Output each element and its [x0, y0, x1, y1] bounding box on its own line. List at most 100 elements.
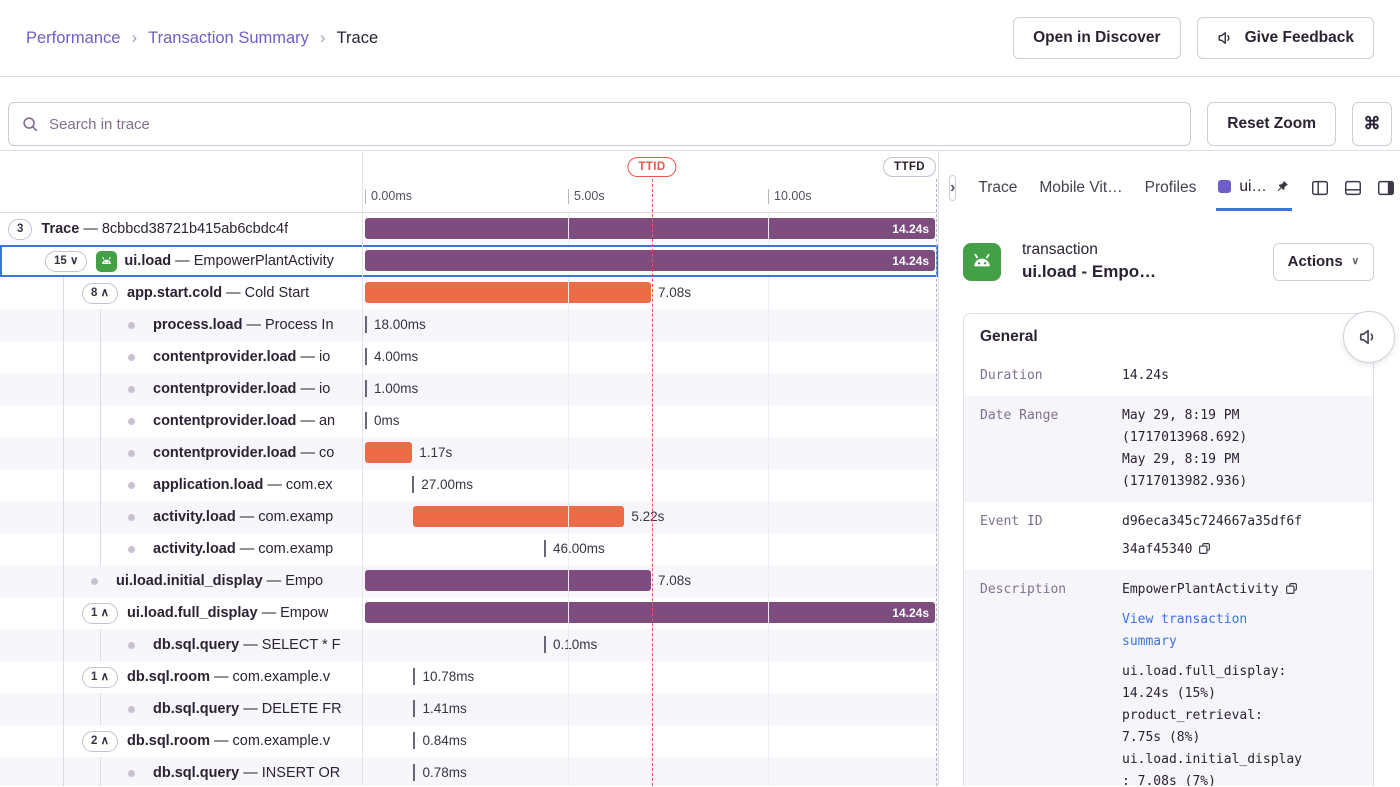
- span-count-badge[interactable]: 15 ∨: [45, 251, 87, 272]
- give-feedback-button[interactable]: Give Feedback: [1197, 17, 1374, 59]
- span-bar[interactable]: [365, 570, 651, 591]
- span-op-label: ui.load.full_display — Empow: [127, 605, 328, 621]
- span-op-label: contentprovider.load — co: [153, 445, 334, 461]
- span-row[interactable]: 15 ∨ui.load — EmpowerPlantActivity14.24s: [0, 245, 938, 277]
- span-count-badge[interactable]: 1 ∧: [82, 667, 118, 688]
- span-bar[interactable]: [365, 348, 367, 365]
- span-op-label: db.sql.query — SELECT * F: [153, 637, 340, 653]
- span-op-label: db.sql.query — INSERT OR: [153, 765, 340, 781]
- breadcrumb-performance[interactable]: Performance: [26, 29, 120, 48]
- transaction-header: transaction ui.load - Empo… Actions ∨: [939, 211, 1400, 296]
- span-bar[interactable]: [365, 380, 367, 397]
- span-tree-cell: 2 ∧db.sql.room — com.example.v: [0, 725, 363, 757]
- megaphone-icon: [1217, 29, 1235, 47]
- span-bar[interactable]: 14.24s: [365, 250, 935, 271]
- span-bar[interactable]: [365, 282, 651, 303]
- tab-profiles[interactable]: Profiles: [1143, 165, 1199, 211]
- tree-indent-guide: [45, 277, 82, 309]
- span-row[interactable]: activity.load — com.examp5.22s: [0, 501, 938, 533]
- span-row[interactable]: 8 ∧app.start.cold — Cold Start7.08s: [0, 277, 938, 309]
- span-row[interactable]: contentprovider.load — io1.00ms: [0, 373, 938, 405]
- span-bar[interactable]: [365, 412, 367, 429]
- tree-indent-guide: [45, 437, 82, 469]
- span-tree-cell: contentprovider.load — co: [0, 437, 363, 469]
- description-stat: ui.load.initial_display: 7.08s (7%): [1122, 749, 1302, 786]
- span-row[interactable]: db.sql.query — SELECT * F 0.10ms: [0, 629, 938, 661]
- span-tree-cell: db.sql.query — INSERT OR: [0, 757, 363, 786]
- span-count-badge[interactable]: 1 ∧: [82, 603, 118, 624]
- span-row[interactable]: 2 ∧db.sql.room — com.example.v0.84ms: [0, 725, 938, 757]
- collapse-panel-button[interactable]: ›: [949, 175, 956, 201]
- tree-indent-guide: [82, 629, 119, 661]
- span-op-label: db.sql.query — DELETE FR: [153, 701, 342, 717]
- feedback-fab[interactable]: [1343, 311, 1395, 363]
- span-bar[interactable]: [413, 764, 415, 781]
- search-input[interactable]: [8, 102, 1191, 146]
- tab-mobile-vitals[interactable]: Mobile Vit…: [1037, 165, 1124, 211]
- description-stat: product_retrieval: 7.75s (8%): [1122, 705, 1302, 749]
- span-bar[interactable]: [413, 668, 415, 685]
- span-row[interactable]: process.load — Process In18.00ms: [0, 309, 938, 341]
- span-row[interactable]: db.sql.query — INSERT OR 0.78ms: [0, 757, 938, 786]
- description-text: EmpowerPlantActivity: [1122, 579, 1302, 601]
- span-count-badge[interactable]: 2 ∧: [82, 731, 118, 752]
- tab-label: ui…: [1239, 178, 1267, 196]
- tree-indent-guide: [45, 757, 82, 786]
- tab-ui-load[interactable]: ui…: [1216, 165, 1292, 211]
- span-duration-label: 5.22s: [631, 501, 664, 533]
- waterfall-header: 0.00ms 5.00s 10.00s: [0, 151, 938, 213]
- span-count-badge[interactable]: 3: [8, 219, 32, 240]
- breadcrumb-transaction-summary[interactable]: Transaction Summary: [148, 29, 309, 48]
- span-bar-cell: 14.24s: [363, 245, 938, 277]
- description-key: Description: [964, 579, 1122, 786]
- span-bar[interactable]: 14.24s: [365, 218, 935, 239]
- keyboard-shortcuts-button[interactable]: ⌘: [1352, 102, 1392, 146]
- tree-indent-guide: [8, 405, 45, 437]
- span-bar[interactable]: [412, 476, 414, 493]
- span-bar[interactable]: 14.24s: [365, 602, 935, 623]
- view-transaction-summary-link[interactable]: View transaction summary: [1122, 612, 1247, 649]
- span-row[interactable]: application.load — com.ex27.00ms: [0, 469, 938, 501]
- panel-bottom-icon[interactable]: [1343, 178, 1363, 198]
- tab-trace[interactable]: Trace: [976, 165, 1019, 211]
- pin-icon[interactable]: [1275, 179, 1290, 194]
- panel-right-icon[interactable]: [1376, 178, 1396, 198]
- copy-icon[interactable]: [1285, 582, 1298, 595]
- span-bar[interactable]: [413, 700, 415, 717]
- span-count-badge[interactable]: 8 ∧: [82, 283, 118, 304]
- span-duration-label: 0.78ms: [422, 757, 466, 786]
- span-bar[interactable]: [365, 316, 367, 333]
- span-bar-cell: 0.10ms: [363, 629, 938, 661]
- span-dot: [128, 642, 135, 649]
- reset-zoom-button[interactable]: Reset Zoom: [1207, 102, 1336, 146]
- panel-left-icon[interactable]: [1310, 178, 1330, 198]
- ttid-badge: TTID: [627, 157, 676, 177]
- span-bar[interactable]: [413, 732, 415, 749]
- open-in-discover-button[interactable]: Open in Discover: [1013, 17, 1180, 59]
- span-row[interactable]: activity.load — com.examp46.00ms: [0, 533, 938, 565]
- copy-icon[interactable]: [1198, 542, 1211, 555]
- span-row[interactable]: contentprovider.load — io4.00ms: [0, 341, 938, 373]
- span-duration-label: 4.00ms: [374, 341, 418, 373]
- timeline-tick: 0.00ms: [365, 189, 412, 204]
- span-bar-cell: 5.22s: [363, 501, 938, 533]
- span-row[interactable]: ui.load.initial_display — Empo7.08s: [0, 565, 938, 597]
- span-bar[interactable]: [544, 540, 546, 557]
- tree-indent-guide: [82, 469, 119, 501]
- span-bar[interactable]: [544, 636, 546, 653]
- span-row[interactable]: contentprovider.load — co1.17s: [0, 437, 938, 469]
- chevron-right-icon: ›: [950, 179, 955, 197]
- span-row[interactable]: 1 ∧ ui.load.full_display — Empow 14.24s: [0, 597, 938, 629]
- tree-indent-guide: [8, 437, 45, 469]
- span-row[interactable]: 3Trace — 8cbbcd38721b415ab6cbdc4f14.24s: [0, 213, 938, 245]
- span-bar[interactable]: [365, 442, 412, 463]
- span-row[interactable]: contentprovider.load — an0ms: [0, 405, 938, 437]
- span-row[interactable]: db.sql.query — DELETE FR1.41ms: [0, 693, 938, 725]
- duration-value: 14.24s: [1122, 365, 1302, 387]
- description-value: EmpowerPlantActivity View transaction su…: [1122, 579, 1302, 786]
- actions-button[interactable]: Actions ∨: [1273, 243, 1374, 281]
- tree-indent-guide: [82, 757, 119, 786]
- span-bar[interactable]: [413, 506, 624, 527]
- tree-indent-guide: [82, 373, 119, 405]
- span-row[interactable]: 1 ∧db.sql.room — com.example.v10.78ms: [0, 661, 938, 693]
